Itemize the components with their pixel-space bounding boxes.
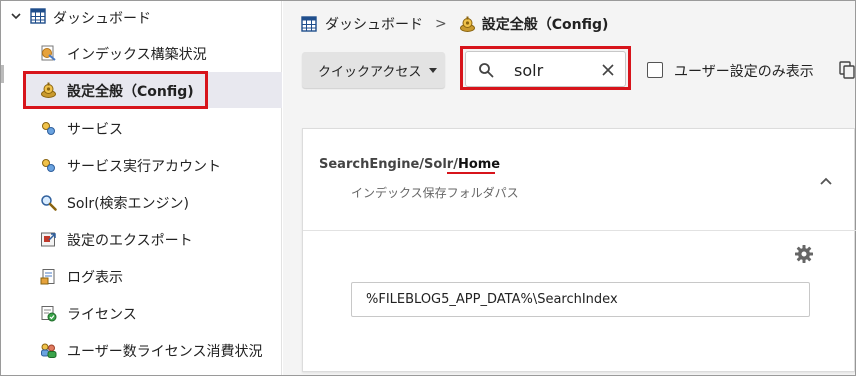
breadcrumb: ダッシュボード > 設定全般（Config): [301, 14, 608, 34]
setting-key: SearchEngine/Solr/Home: [319, 157, 500, 172]
user-settings-only-label[interactable]: ユーザー設定のみ表示: [674, 61, 814, 81]
sidebar-item-solr[interactable]: Solr(検索エンジン): [25, 184, 282, 220]
sidebar-item-label: ユーザー数ライセンス消費状況: [67, 344, 263, 360]
license-icon: [41, 306, 57, 322]
config-gear-icon: [459, 16, 475, 32]
service-account-icon: [42, 159, 55, 172]
sidebar-item-user-license[interactable]: ユーザー数ライセンス消費状況: [25, 332, 282, 368]
setting-card: SearchEngine/Solr/Home インデックス保存フォルダパス: [302, 128, 856, 372]
caret-down-icon: [429, 68, 437, 73]
sidebar-item-service[interactable]: サービス: [25, 110, 282, 146]
config-item-highlight: [23, 71, 208, 109]
breadcrumb-root-link[interactable]: ダッシュボード: [325, 14, 423, 34]
setting-key-name: Home: [457, 157, 501, 172]
sidebar-item-service-account[interactable]: サービス実行アカウント: [25, 147, 282, 183]
service-icon: [42, 122, 55, 135]
sidebar-item-label: サービス: [67, 122, 123, 138]
main-panel: ダッシュボード > 設定全般（Config) クイックアクセス ユーザー設定のみ…: [283, 1, 856, 375]
copy-icon[interactable]: [839, 61, 855, 79]
gear-icon[interactable]: [794, 244, 814, 264]
sidebar-item-label: ログ表示: [67, 270, 123, 286]
sidebar-item-label: ライセンス: [67, 307, 137, 323]
index-build-icon: [41, 45, 56, 61]
key-name-underline: [447, 172, 495, 174]
sidebar-root-dashboard[interactable]: ダッシュボード: [1, 1, 282, 33]
setting-description: インデックス保存フォルダパス: [351, 186, 519, 200]
log-icon: [40, 269, 55, 285]
search-engine-icon: [41, 195, 57, 211]
chevron-down-icon[interactable]: [10, 10, 22, 22]
export-icon: [41, 232, 56, 247]
quick-access-button[interactable]: クイックアクセス: [302, 52, 445, 88]
dashboard-grid-icon: [301, 16, 317, 32]
sidebar-root-label: ダッシュボード: [53, 11, 151, 27]
sidebar-item-label: 設定のエクスポート: [67, 233, 193, 249]
setting-value-input[interactable]: [351, 282, 810, 317]
quick-access-label: クイックアクセス: [318, 64, 422, 80]
card-divider: [303, 230, 856, 231]
breadcrumb-separator: >: [435, 16, 447, 32]
sidebar-item-index-status[interactable]: インデックス構築状況: [25, 35, 282, 71]
chevron-up-icon[interactable]: [819, 176, 833, 186]
sidebar-item-log[interactable]: ログ表示: [25, 258, 282, 294]
sidebar-item-label: サービス実行アカウント: [67, 159, 221, 175]
dashboard-grid-icon: [30, 8, 46, 24]
sidebar-item-export[interactable]: 設定のエクスポート: [25, 221, 282, 257]
sidebar-item-label: Solr(検索エンジン): [67, 196, 190, 212]
setting-key-prefix: SearchEngine/Solr/: [319, 157, 458, 172]
sidebar-item-label: インデックス構築状況: [67, 47, 207, 63]
search-highlight: [460, 46, 631, 90]
sidebar: ダッシュボード インデックス構築状況 設定全般（Config) サービス サービ…: [1, 1, 282, 375]
sidebar-item-license[interactable]: ライセンス: [25, 295, 282, 331]
scroll-indicator: [1, 65, 4, 83]
breadcrumb-current: 設定全般（Config): [481, 17, 609, 33]
user-settings-only-checkbox[interactable]: [647, 62, 663, 78]
user-license-icon: [41, 343, 57, 358]
